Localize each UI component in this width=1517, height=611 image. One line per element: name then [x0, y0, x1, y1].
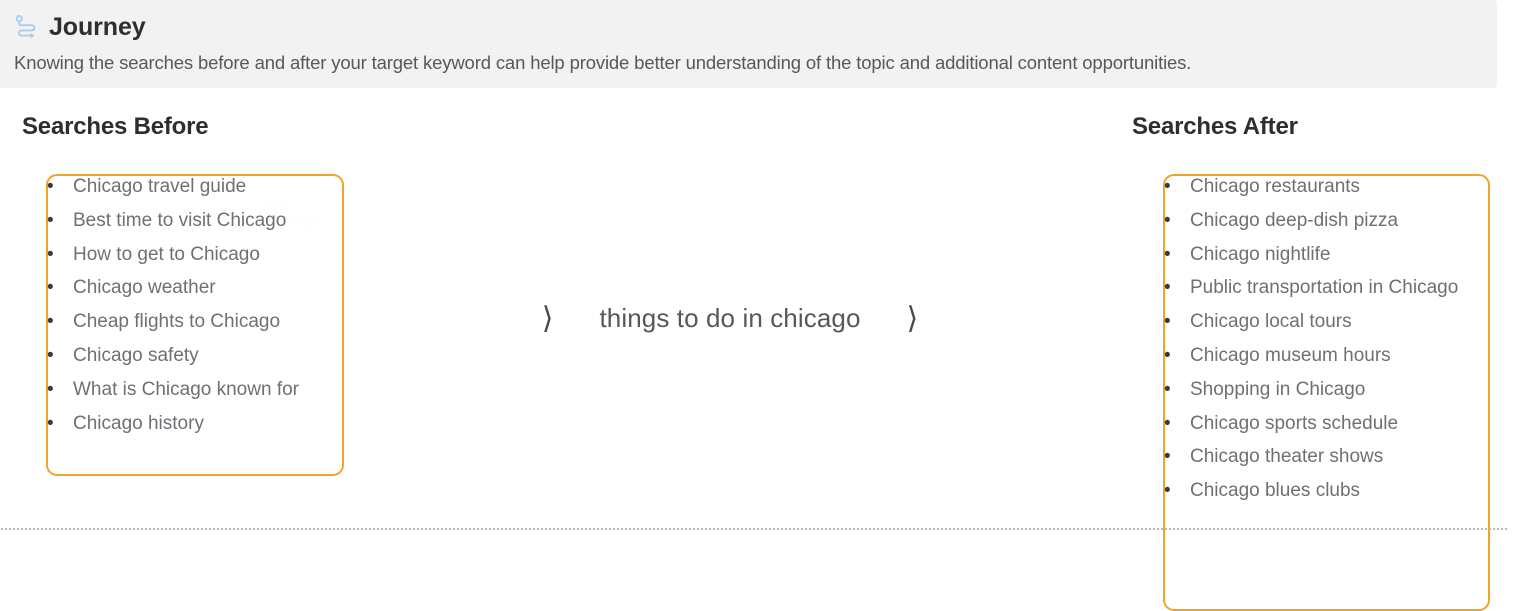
page-title: Journey — [49, 12, 146, 41]
list-item-label: Shopping in Chicago — [1190, 378, 1366, 400]
list-item-label: Cheap flights to Chicago — [73, 311, 281, 333]
section-divider — [0, 528, 1507, 530]
list-item[interactable]: • Chicago travel guide — [47, 170, 299, 204]
list-item[interactable]: • Chicago theater shows — [1164, 440, 1458, 474]
list-item-label: How to get to Chicago — [73, 243, 260, 265]
list-item-label: Chicago theater shows — [1190, 446, 1384, 468]
list-item-label: Chicago sports schedule — [1190, 412, 1399, 434]
bullet-icon: • — [47, 209, 54, 231]
searches-before-list: • Chicago travel guide • Best time to visit… — [47, 170, 299, 441]
bullet-icon: • — [1164, 209, 1171, 231]
list-item[interactable]: • Cheap flights to Chicago — [47, 305, 299, 339]
list-item-label: Chicago nightlife — [1190, 243, 1331, 265]
target-keyword-group: ⟩ things to do in chicago ⟩ — [500, 303, 960, 334]
bullet-icon: • — [1164, 176, 1171, 197]
list-item[interactable]: • Chicago museum hours — [1164, 339, 1458, 373]
bullet-icon: • — [1164, 344, 1171, 366]
panel-title-row: Journey — [14, 10, 1497, 44]
list-item-label: Best time to visit Chicago — [73, 209, 287, 231]
list-item-label: Chicago blues clubs — [1190, 480, 1361, 502]
list-item-label: Chicago deep-dish pizza — [1190, 209, 1399, 231]
list-item-label: Chicago restaurants — [1190, 176, 1361, 197]
bullet-icon: • — [47, 378, 54, 400]
bullet-icon: • — [47, 412, 54, 434]
list-item[interactable]: • Chicago deep-dish pizza — [1164, 204, 1458, 238]
list-item[interactable]: • How to get to Chicago — [47, 238, 299, 272]
list-item[interactable]: • Chicago weather — [47, 271, 299, 305]
list-item[interactable]: • Chicago blues clubs — [1164, 474, 1458, 508]
bullet-icon: • — [1164, 277, 1171, 299]
list-item[interactable]: • Chicago local tours — [1164, 305, 1458, 339]
list-item-label: What is Chicago known for — [73, 378, 299, 400]
journey-body: SE ranking SE ranking Searches Before • C… — [0, 88, 1517, 611]
searches-after-list: • Chicago restaurants • Chicago deep-dish p… — [1164, 170, 1459, 508]
list-item[interactable]: • Chicago restaurants — [1164, 170, 1458, 204]
list-item[interactable]: • Shopping in Chicago — [1164, 373, 1458, 407]
list-item[interactable]: • What is Chicago known for — [47, 373, 299, 407]
bullet-icon: • — [1164, 311, 1171, 333]
bullet-icon: • — [1164, 378, 1171, 400]
list-item[interactable]: • Chicago safety — [47, 339, 299, 373]
list-item-label: Chicago safety — [73, 344, 199, 366]
list-item-label: Chicago travel guide — [73, 176, 247, 197]
list-item[interactable]: • Best time to visit Chicago — [47, 204, 299, 238]
searches-before-heading: Searches Before — [22, 113, 209, 140]
target-keyword: things to do in chicago — [599, 303, 861, 333]
list-item[interactable]: • Chicago nightlife — [1164, 238, 1458, 272]
bullet-icon: • — [47, 243, 54, 265]
searches-after-heading: Searches After — [1132, 113, 1298, 140]
list-item[interactable]: • Chicago history — [47, 407, 299, 441]
bullet-icon: • — [1164, 243, 1171, 265]
list-item-label: Chicago weather — [73, 277, 216, 299]
bullet-icon: • — [47, 311, 54, 333]
list-item[interactable]: • Chicago sports schedule — [1164, 407, 1458, 441]
list-item-label: Chicago history — [73, 412, 204, 434]
route-journey-icon — [15, 15, 36, 39]
list-item-label: Chicago museum hours — [1190, 344, 1391, 366]
bullet-icon: • — [47, 176, 54, 197]
journey-panel-header: Journey Knowing the searches before and … — [0, 0, 1497, 88]
chevron-right-icon: ⟩ — [906, 300, 919, 336]
bullet-icon: • — [1164, 412, 1171, 434]
bullet-icon: • — [47, 277, 54, 299]
panel-description: Knowing the searches before and after yo… — [14, 52, 1192, 73]
list-item-label: Public transportation in Chicago — [1190, 277, 1459, 299]
list-item[interactable]: • Public transportation in Chicago — [1164, 271, 1459, 305]
bullet-icon: • — [47, 344, 54, 366]
chevron-left-icon: ⟩ — [541, 300, 554, 336]
bullet-icon: • — [1164, 480, 1171, 502]
list-item-label: Chicago local tours — [1190, 311, 1352, 333]
bullet-icon: • — [1164, 446, 1171, 468]
